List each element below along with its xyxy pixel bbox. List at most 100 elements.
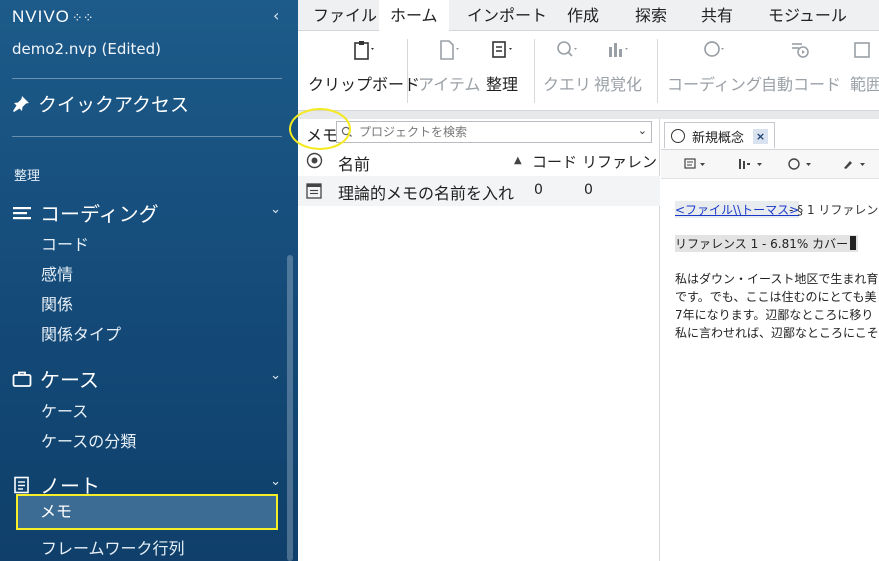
- code-circle-icon: [704, 41, 725, 57]
- sidebar-item-relationship-types[interactable]: 関係タイプ: [41, 321, 121, 345]
- sidebar-item-cases[interactable]: ケース: [41, 398, 88, 422]
- ribbon-toolbar: クリップボード アイテム 整理 クエリ 視覚化 コーディング 自動コード 範囲: [298, 31, 879, 111]
- tab-share[interactable]: 共有: [690, 0, 744, 31]
- ribbon-tab-bar: ファイル ホーム インポート 作成 探索 共有 モジュール: [298, 0, 879, 31]
- sidebar-item-sentiment[interactable]: 感情: [41, 261, 73, 285]
- chevron-down-icon: ⌄: [270, 474, 281, 489]
- logo-text: NVIVO: [12, 7, 70, 26]
- coding-button[interactable]: コーディング: [667, 39, 762, 95]
- group-coding-label: コーディング: [40, 202, 159, 226]
- search-icon: [341, 126, 352, 137]
- sidebar-item-codes[interactable]: コード: [41, 231, 89, 255]
- coding-stripes-icon[interactable]: [737, 157, 767, 171]
- item-button[interactable]: アイテム: [418, 39, 480, 95]
- notebook-icon: [14, 476, 29, 493]
- sidebar-item-memos[interactable]: メモ: [16, 494, 278, 530]
- project-name: demo2.nvp (Edited): [12, 40, 162, 58]
- document-text-line: 私はダウン・イースト地区で生まれ育: [675, 272, 879, 286]
- memo-icon: [306, 183, 322, 199]
- clipboard-icon: [354, 41, 374, 60]
- add-circle-icon[interactable]: [306, 152, 323, 169]
- coding-label: コーディング: [667, 75, 762, 94]
- sidebar-item-framework-matrices[interactable]: フレームワーク行列: [41, 535, 185, 559]
- reference-count-text: - § 1 リファレンスが: [789, 203, 879, 217]
- sort-ascending-icon: ▲: [514, 155, 522, 166]
- code-circle-icon: [671, 129, 685, 143]
- document-text-line: 私に言わせれば、辺鄙なところにこそ: [675, 326, 879, 340]
- ribbon-separator: [534, 39, 535, 103]
- detail-toolbar: [661, 149, 879, 179]
- ribbon-separator: [407, 39, 408, 103]
- tab-file[interactable]: ファイル: [302, 0, 388, 31]
- autocode-label: 自動コード: [761, 75, 842, 94]
- sidebar-item-relationships[interactable]: 関係: [41, 291, 73, 315]
- text-cursor: [850, 236, 857, 250]
- reference-coverage-text: リファレンス 1 - 6.81% カバー: [675, 237, 849, 251]
- range-button[interactable]: 範囲: [850, 39, 879, 95]
- project-search[interactable]: ⌄: [336, 121, 652, 143]
- collapse-sidebar-button[interactable]: ‹: [273, 6, 279, 25]
- clipboard-button[interactable]: クリップボード: [308, 39, 420, 95]
- highlight-pen-icon[interactable]: [841, 157, 871, 171]
- column-header-references[interactable]: リファレン: [582, 151, 657, 172]
- nvivo-logo: NVIVO ⁘⁘: [12, 7, 94, 27]
- chevron-down-icon: ⌄: [270, 202, 281, 217]
- memo-reference-count: 0: [584, 182, 593, 198]
- organize-icon: [492, 41, 512, 58]
- close-tab-button[interactable]: ×: [753, 129, 768, 144]
- query-search-icon: [557, 41, 577, 57]
- panel-title: メモ: [306, 126, 339, 145]
- tab-home[interactable]: ホーム: [379, 0, 449, 31]
- detail-tab-label: 新規概念: [692, 131, 745, 146]
- document-text-line: です。でも、ここは住むのにとても美: [675, 290, 877, 304]
- group-cases-label: ケース: [40, 368, 99, 392]
- code-circle-menu-icon[interactable]: [787, 157, 817, 171]
- detail-view-panel: 新規概念 × <ファイル\\トーマス> - § 1 リファレンスが リファレンス…: [661, 119, 879, 561]
- ribbon-separator: [657, 39, 658, 103]
- visualize-label: 視覚化: [594, 75, 643, 94]
- column-header-name[interactable]: 名前: [338, 151, 370, 175]
- group-coding[interactable]: コーディング ⌄: [12, 198, 287, 227]
- pin-icon: [13, 95, 29, 112]
- table-row[interactable]: 理論的メモの名前を入れ 0 0: [298, 176, 660, 206]
- tab-import[interactable]: インポート: [456, 0, 558, 31]
- organize-button[interactable]: 整理: [486, 39, 518, 95]
- query-label: クエリ: [543, 75, 592, 94]
- sidebar-scrollbar[interactable]: [287, 255, 293, 561]
- quick-access-link[interactable]: クイックアクセス: [12, 90, 189, 117]
- quick-access-label: クイックアクセス: [38, 94, 190, 116]
- detail-tab-new-concept[interactable]: 新規概念 ×: [664, 122, 775, 148]
- document-icon: [440, 40, 460, 60]
- tab-modules[interactable]: モジュール: [757, 0, 858, 31]
- sidebar-divider: [12, 78, 282, 79]
- sidebar-divider: [12, 136, 282, 137]
- panel-gutter: [298, 111, 879, 119]
- column-header-codes[interactable]: コード: [532, 151, 577, 172]
- memo-name: 理論的メモの名前を入れ: [338, 184, 515, 203]
- memo-code-count: 0: [534, 182, 543, 198]
- range-label: 範囲: [850, 75, 879, 94]
- autocode-button[interactable]: 自動コード: [761, 39, 841, 95]
- memo-list-panel: メモ ⌄ 名前 ▲ コード リファレン 理論的メモの名前を入れ 0 0: [298, 119, 660, 561]
- source-file-link[interactable]: <ファイル\\トーマス>: [675, 201, 800, 218]
- logo-mark: ⁘⁘: [71, 10, 94, 25]
- group-cases[interactable]: ケース ⌄: [12, 364, 287, 393]
- query-button[interactable]: クエリ: [543, 39, 591, 95]
- list-lines-icon: [13, 206, 31, 219]
- bar-chart-icon: [609, 43, 628, 57]
- tab-explore[interactable]: 探索: [624, 0, 678, 31]
- visualize-button[interactable]: 視覚化: [594, 39, 642, 95]
- item-label: アイテム: [418, 75, 481, 94]
- briefcase-icon: [12, 371, 32, 387]
- autocode-icon: [792, 43, 809, 58]
- reference-coverage: リファレンス 1 - 6.81% カバー: [675, 235, 859, 252]
- navigation-sidebar: NVIVO ⁘⁘ ‹ demo2.nvp (Edited) クイックアクセス 整理…: [0, 0, 298, 561]
- search-input[interactable]: [359, 123, 629, 141]
- range-icon: [854, 42, 870, 58]
- sidebar-item-case-classifications[interactable]: ケースの分類: [41, 428, 136, 452]
- clipboard-label: クリップボード: [308, 75, 421, 94]
- tab-create[interactable]: 作成: [556, 0, 610, 31]
- chevron-down-icon[interactable]: ⌄: [638, 124, 647, 137]
- annotation-menu-icon[interactable]: [683, 157, 709, 171]
- organize-label: 整理: [486, 75, 519, 94]
